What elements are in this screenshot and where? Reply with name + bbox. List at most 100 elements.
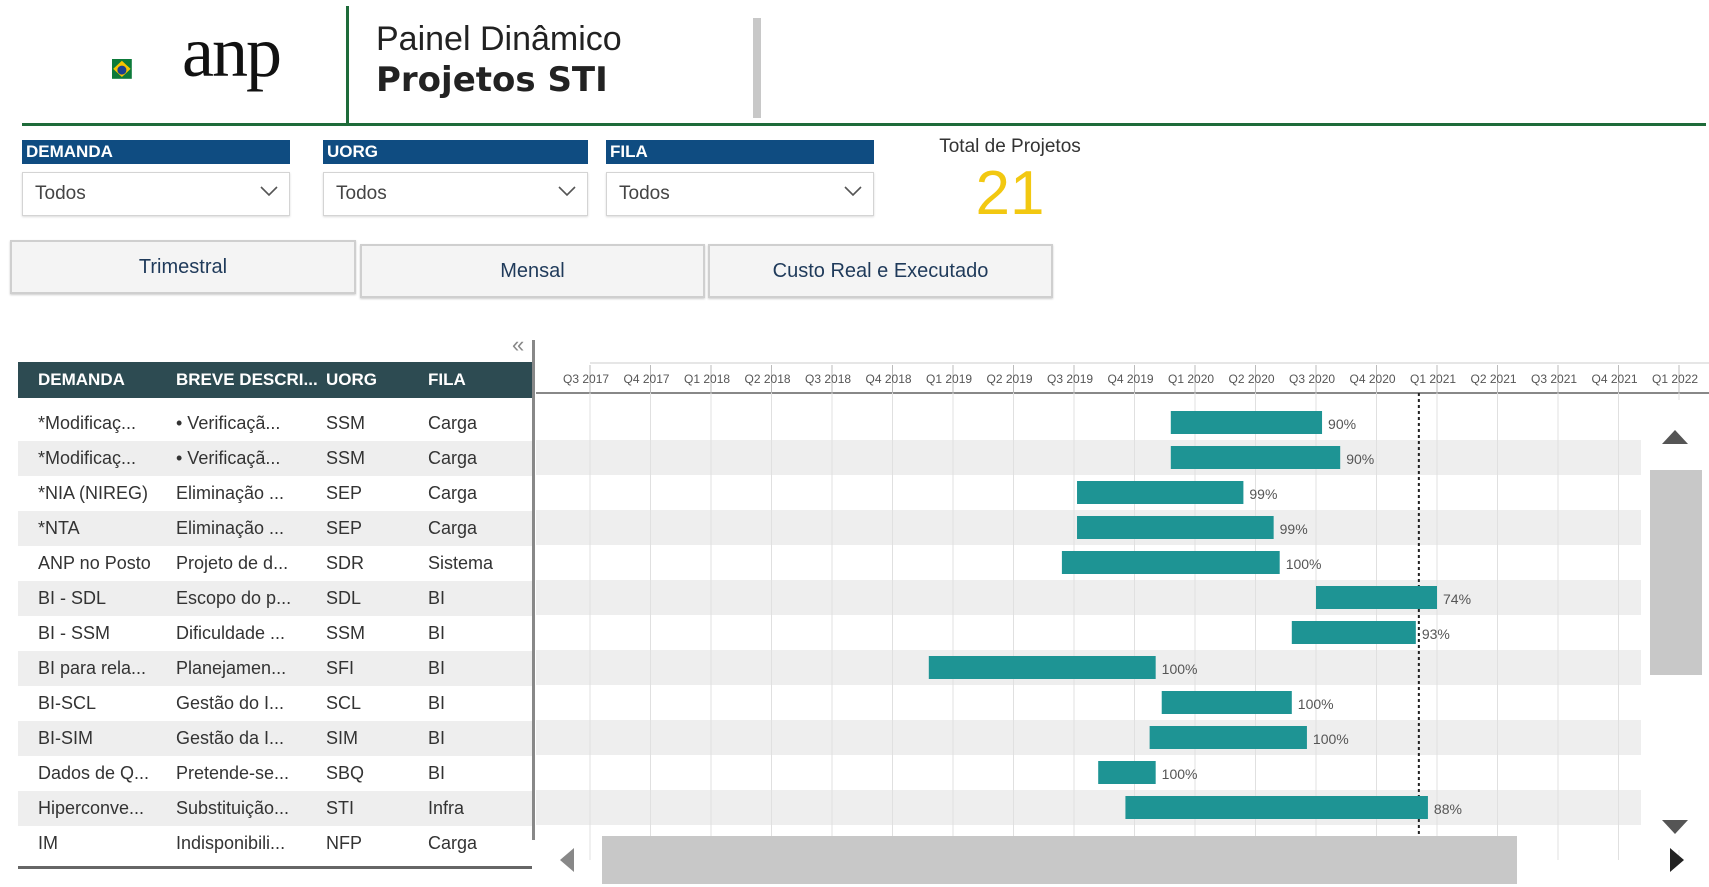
logo-blue-circle: [117, 65, 127, 75]
gantt-bar-label: 100%: [1298, 696, 1334, 712]
scroll-up-icon[interactable]: [1660, 428, 1690, 446]
gantt-tick-label: Q1 2019: [926, 372, 972, 386]
cell-descricao: Eliminação ...: [176, 483, 285, 503]
gantt-bar[interactable]: [1061, 551, 1280, 574]
gantt-bar-label: 90%: [1328, 416, 1356, 432]
cell-descricao: Planejamen...: [176, 658, 287, 678]
gantt-tick-label: Q4 2020: [1350, 372, 1396, 386]
cell-uorg: STI: [326, 798, 355, 818]
gantt-bar[interactable]: [1077, 481, 1244, 504]
scroll-left-icon[interactable]: [558, 846, 576, 874]
column-header-demanda[interactable]: DEMANDA: [38, 362, 125, 398]
gantt-bar-label: 90%: [1346, 451, 1374, 467]
gantt-tick-label: Q3 2021: [1531, 372, 1577, 386]
filter-fila-value: Todos: [619, 183, 670, 204]
table-row[interactable]: BI-SIM Gestão da I... SIM BI: [18, 721, 532, 756]
cell-fila: Carga: [428, 483, 478, 503]
total-projects-label: Total de Projetos: [939, 136, 1081, 157]
gantt-bar[interactable]: [1098, 761, 1156, 784]
gantt-bar[interactable]: [1077, 516, 1274, 539]
cell-demanda: *NIA (NIREG): [38, 483, 149, 503]
cell-uorg: SSM: [326, 448, 366, 468]
gantt-tick-label: Q1 2021: [1410, 372, 1456, 386]
cell-descricao: Eliminação ...: [176, 518, 285, 538]
table-row[interactable]: *Modificaç... • Verificaçã... SSM Carga: [18, 406, 532, 441]
gantt-tick-label: Q1 2018: [684, 372, 730, 386]
gantt-chart: Q3 2017 Q4 2017 Q1 2018 Q2 2018 Q3 2018 Q4 20…: [536, 362, 1709, 860]
cell-fila: BI: [428, 763, 446, 783]
filter-uorg-label: UORG: [323, 140, 588, 164]
filter-uorg-value: Todos: [336, 183, 387, 204]
gantt-bar[interactable]: [928, 656, 1156, 679]
cell-demanda: BI-SCL: [38, 693, 97, 713]
filter-fila-dropdown[interactable]: Todos: [606, 172, 874, 216]
cell-descricao: Dificuldade ...: [176, 623, 286, 643]
cell-fila: BI: [428, 693, 446, 713]
gantt-tick-label: Q4 2019: [1108, 372, 1154, 386]
cell-uorg: SIM: [326, 728, 359, 748]
filter-fila-label: FILA: [606, 140, 874, 164]
cell-descricao: Pretende-se...: [176, 763, 290, 783]
cell-fila: Carga: [428, 518, 478, 538]
collapse-icon[interactable]: «: [512, 332, 524, 358]
table-row[interactable]: IM Indisponibili... NFP Carga: [18, 826, 532, 861]
gantt-bar[interactable]: [1161, 691, 1292, 714]
gantt-bar[interactable]: [1291, 621, 1416, 644]
table-header: DEMANDA BREVE DESCRI... UORG FILA: [18, 362, 532, 398]
cell-demanda: *Modificaç...: [38, 448, 137, 468]
cell-demanda: BI - SDL: [38, 588, 107, 608]
table-row[interactable]: BI - SDL Escopo do p... SDL BI: [18, 581, 532, 616]
cell-descricao: Indisponibili...: [176, 833, 286, 853]
page-title-line2: Projetos STI: [376, 60, 608, 100]
column-header-fila[interactable]: FILA: [428, 362, 466, 398]
gantt-tick-label: Q3 2020: [1289, 372, 1335, 386]
scroll-right-icon[interactable]: [1668, 846, 1686, 874]
cell-demanda: ANP no Posto: [38, 553, 151, 573]
table-row[interactable]: *Modificaç... • Verificaçã... SSM Carga: [18, 441, 532, 476]
table-row[interactable]: Hiperconve... Substituição... STI Infra: [18, 791, 532, 826]
gantt-bar-label: 88%: [1434, 801, 1462, 817]
filter-demanda-dropdown[interactable]: Todos: [22, 172, 290, 216]
cell-descricao: Projeto de d...: [176, 553, 289, 573]
column-header-uorg[interactable]: UORG: [326, 362, 377, 398]
table-row[interactable]: *NTA Eliminação ... SEP Carga: [18, 511, 532, 546]
gantt-bar[interactable]: [1149, 726, 1307, 749]
gantt-tick-label: Q4 2021: [1592, 372, 1638, 386]
trimestral-button[interactable]: Trimestral: [10, 240, 356, 294]
filter-demanda-label: DEMANDA: [22, 140, 290, 164]
gantt-bar-label: 99%: [1280, 521, 1308, 537]
gantt-bar[interactable]: [1316, 586, 1437, 609]
cell-demanda: BI - SSM: [38, 623, 111, 643]
gantt-bar-label: 99%: [1249, 486, 1277, 502]
filter-fila: FILA Todos: [606, 140, 874, 216]
cell-uorg: SFI: [326, 658, 355, 678]
filter-uorg: UORG Todos: [323, 140, 588, 216]
mensal-button[interactable]: Mensal: [360, 244, 705, 298]
cell-descricao: • Verificaçã...: [176, 413, 281, 433]
table-row[interactable]: *NIA (NIREG) Eliminação ... SEP Carga: [18, 476, 532, 511]
table-row[interactable]: Dados de Q... Pretende-se... SBQ BI: [18, 756, 532, 791]
table-row[interactable]: BI - SSM Dificuldade ... SSM BI: [18, 616, 532, 651]
table-row[interactable]: BI-SCL Gestão do I... SCL BI: [18, 686, 532, 721]
table-row[interactable]: ANP no Posto Projeto de d... SDR Sistema: [18, 546, 532, 581]
gantt-tick-label: Q4 2017: [624, 372, 670, 386]
horizontal-scrollbar-thumb[interactable]: [602, 836, 1517, 884]
gantt-bar[interactable]: [1170, 446, 1341, 469]
vertical-scrollbar-thumb[interactable]: [1650, 470, 1702, 675]
chevron-down-icon: [558, 186, 576, 197]
cell-descricao: Gestão do I...: [176, 693, 285, 713]
cell-fila: Carga: [428, 413, 478, 433]
cell-uorg: SSM: [326, 413, 366, 433]
gantt-bar[interactable]: [1170, 411, 1323, 434]
gantt-bar[interactable]: [1125, 796, 1428, 819]
column-header-descricao[interactable]: BREVE DESCRI...: [176, 362, 318, 398]
cell-fila: BI: [428, 588, 446, 608]
scroll-down-icon[interactable]: [1660, 818, 1690, 836]
table-row[interactable]: BI para rela... Planejamen... SFI BI: [18, 651, 532, 686]
cell-uorg: SCL: [326, 693, 362, 713]
custo-real-executado-button[interactable]: Custo Real e Executado: [708, 244, 1053, 298]
gantt-tick-label: Q2 2020: [1229, 372, 1275, 386]
gantt-tick-label: Q3 2018: [805, 372, 851, 386]
cell-demanda: *Modificaç...: [38, 413, 137, 433]
filter-uorg-dropdown[interactable]: Todos: [323, 172, 588, 216]
